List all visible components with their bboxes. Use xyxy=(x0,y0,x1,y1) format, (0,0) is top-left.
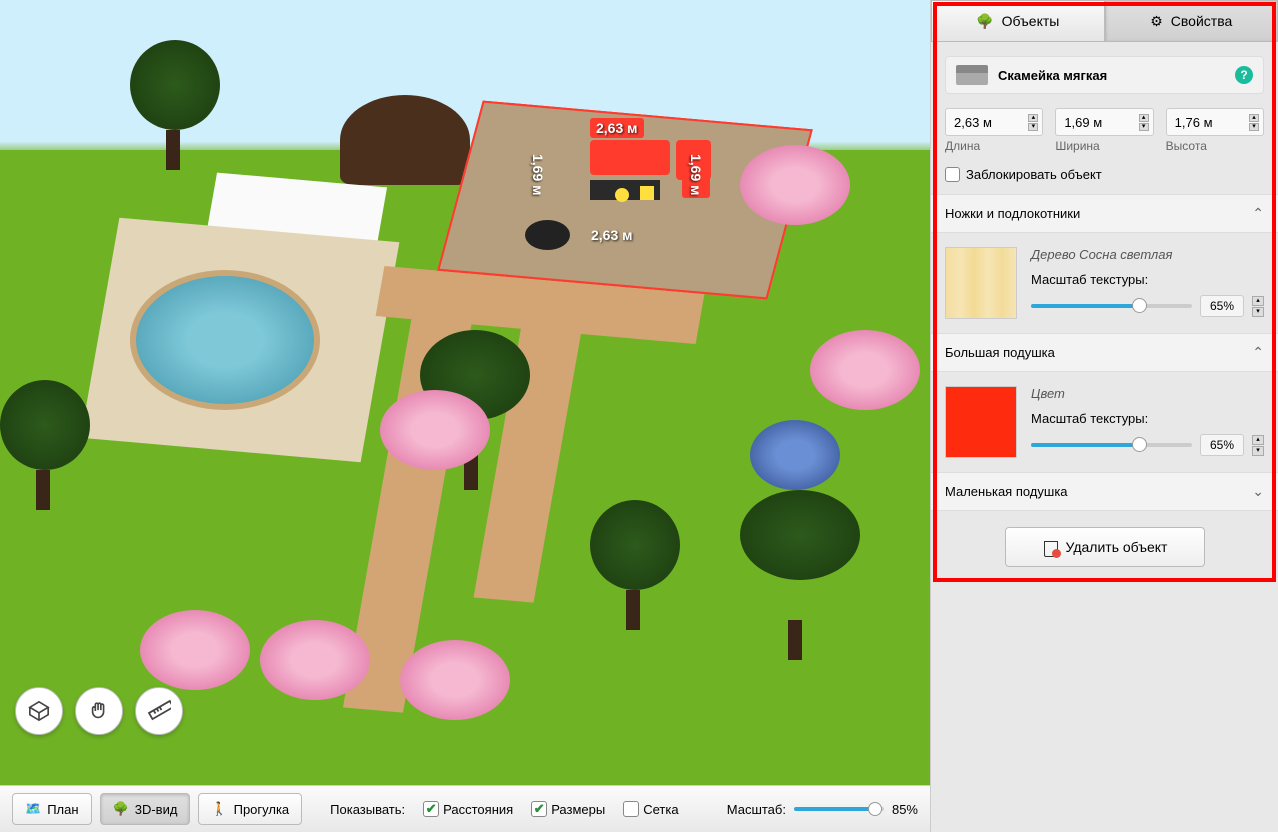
view-plan-button[interactable]: 🗺️План xyxy=(12,793,92,825)
bush xyxy=(750,420,840,490)
bush xyxy=(810,330,920,410)
highlight-frame xyxy=(933,2,1276,582)
bush xyxy=(400,640,510,720)
gizmo-square[interactable] xyxy=(640,186,654,200)
properties-panel: 🌳Объекты ⚙Свойства Скамейка мягкая ? 2,6… xyxy=(930,0,1278,832)
gizmo-circle[interactable] xyxy=(615,188,629,202)
scene: 2,63 м 2,63 м 1,69 м 1,69 м xyxy=(0,0,930,785)
checkbox-icon: ✔ xyxy=(531,801,547,817)
orbit-tool-button[interactable] xyxy=(15,687,63,735)
bush xyxy=(380,390,490,470)
tree xyxy=(130,40,220,170)
dimension-label: 2,63 м xyxy=(590,118,644,138)
tree xyxy=(0,380,90,510)
walk-icon: 🚶 xyxy=(211,801,227,817)
checkbox-icon: ✔ xyxy=(423,801,439,817)
pan-tool-button[interactable] xyxy=(75,687,123,735)
scale-label: Масштаб: xyxy=(727,802,786,817)
trash-icon xyxy=(1042,538,1058,556)
gazebo xyxy=(340,95,470,185)
check-sizes[interactable]: ✔Размеры xyxy=(531,801,605,817)
tool-buttons xyxy=(15,687,183,735)
bush xyxy=(740,145,850,225)
tree xyxy=(590,500,680,630)
slider-thumb[interactable] xyxy=(868,802,882,816)
scale-control: Масштаб: 85% xyxy=(727,802,918,817)
round-table[interactable] xyxy=(525,220,570,250)
tree xyxy=(740,490,860,660)
viewport-3d[interactable]: 2,63 м 2,63 м 1,69 м 1,69 м xyxy=(0,0,930,785)
view3d-icon: 🌳 xyxy=(113,801,129,817)
texture-scale-slider[interactable] xyxy=(1031,304,1192,308)
bush xyxy=(140,610,250,690)
checkbox-icon xyxy=(623,801,639,817)
show-label: Показывать: xyxy=(330,802,405,817)
view-walk-button[interactable]: 🚶Прогулка xyxy=(198,793,302,825)
dimension-label: 1,69 м xyxy=(682,152,710,198)
dimension-label: 1,69 м xyxy=(524,152,552,198)
dimension-label: 2,63 м xyxy=(585,225,639,245)
bush xyxy=(260,620,370,700)
scale-value: 85% xyxy=(892,802,918,817)
pool xyxy=(130,270,320,410)
sofa-object[interactable] xyxy=(590,140,670,175)
scale-slider[interactable] xyxy=(794,807,884,811)
view-3d-button[interactable]: 🌳3D-вид xyxy=(100,793,191,825)
check-grid[interactable]: Сетка xyxy=(623,801,678,817)
measure-tool-button[interactable] xyxy=(135,687,183,735)
plan-icon: 🗺️ xyxy=(25,801,41,817)
bottom-bar: 🗺️План 🌳3D-вид 🚶Прогулка Показывать: ✔Ра… xyxy=(0,785,930,832)
texture-scale-slider[interactable] xyxy=(1031,443,1192,447)
check-distances[interactable]: ✔Расстояния xyxy=(423,801,513,817)
